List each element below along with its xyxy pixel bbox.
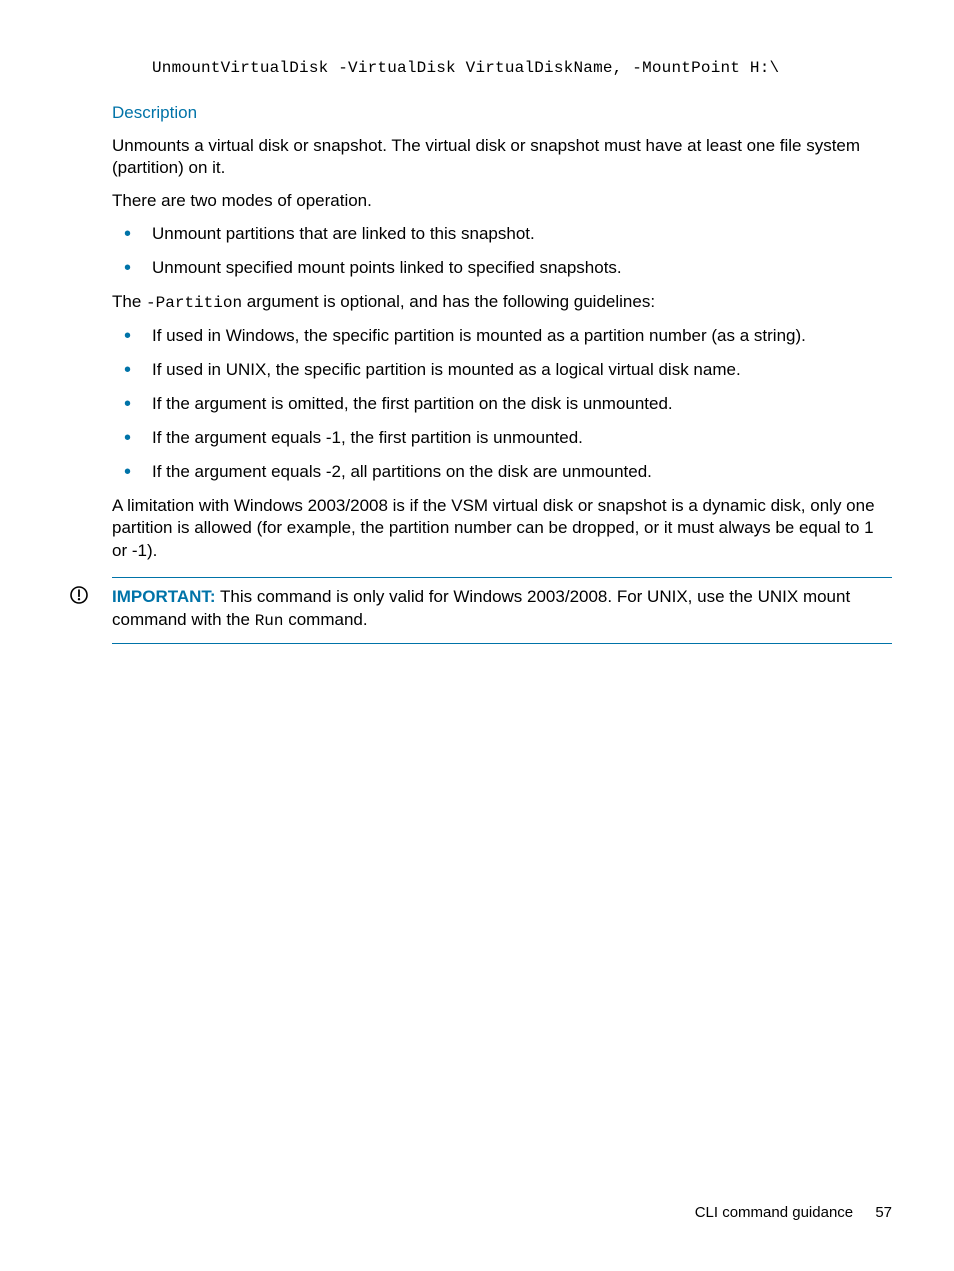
footer-section-title: CLI command guidance xyxy=(695,1204,853,1221)
list-item: If the argument equals -2, all partition… xyxy=(112,461,892,484)
text-fragment: The xyxy=(112,292,146,311)
text-fragment: argument is optional, and has the follow… xyxy=(242,292,655,311)
footer-page-number: 57 xyxy=(875,1204,892,1221)
list-item: If used in UNIX, the specific partition … xyxy=(112,359,892,382)
list-item: If the argument equals -1, the first par… xyxy=(112,427,892,450)
inline-code-run: Run xyxy=(255,612,284,630)
command-code-line: UnmountVirtualDisk -VirtualDisk VirtualD… xyxy=(152,58,892,80)
list-item: Unmount partitions that are linked to th… xyxy=(112,223,892,246)
paragraph-partition-arg: The -Partition argument is optional, and… xyxy=(112,291,892,315)
list-modes: Unmount partitions that are linked to th… xyxy=(112,223,892,280)
paragraph-intro: Unmounts a virtual disk or snapshot. The… xyxy=(112,135,892,181)
important-text-prefix: This command is only valid for Windows 2… xyxy=(112,587,850,629)
page-footer: CLI command guidance 57 xyxy=(695,1203,892,1223)
inline-code-partition: -Partition xyxy=(146,294,242,312)
document-page: UnmountVirtualDisk -VirtualDisk VirtualD… xyxy=(0,0,954,1271)
list-item: If the argument is omitted, the first pa… xyxy=(112,393,892,416)
list-guidelines: If used in Windows, the specific partiti… xyxy=(112,325,892,484)
list-item: Unmount specified mount points linked to… xyxy=(112,257,892,280)
section-heading-description: Description xyxy=(112,102,892,125)
important-label: IMPORTANT: xyxy=(112,587,216,606)
important-text-suffix: command. xyxy=(284,610,368,629)
important-icon xyxy=(70,586,88,604)
paragraph-limitation: A limitation with Windows 2003/2008 is i… xyxy=(112,495,892,564)
list-item: If used in Windows, the specific partiti… xyxy=(112,325,892,348)
important-callout: IMPORTANT: This command is only valid fo… xyxy=(112,577,892,644)
paragraph-modes-intro: There are two modes of operation. xyxy=(112,190,892,213)
